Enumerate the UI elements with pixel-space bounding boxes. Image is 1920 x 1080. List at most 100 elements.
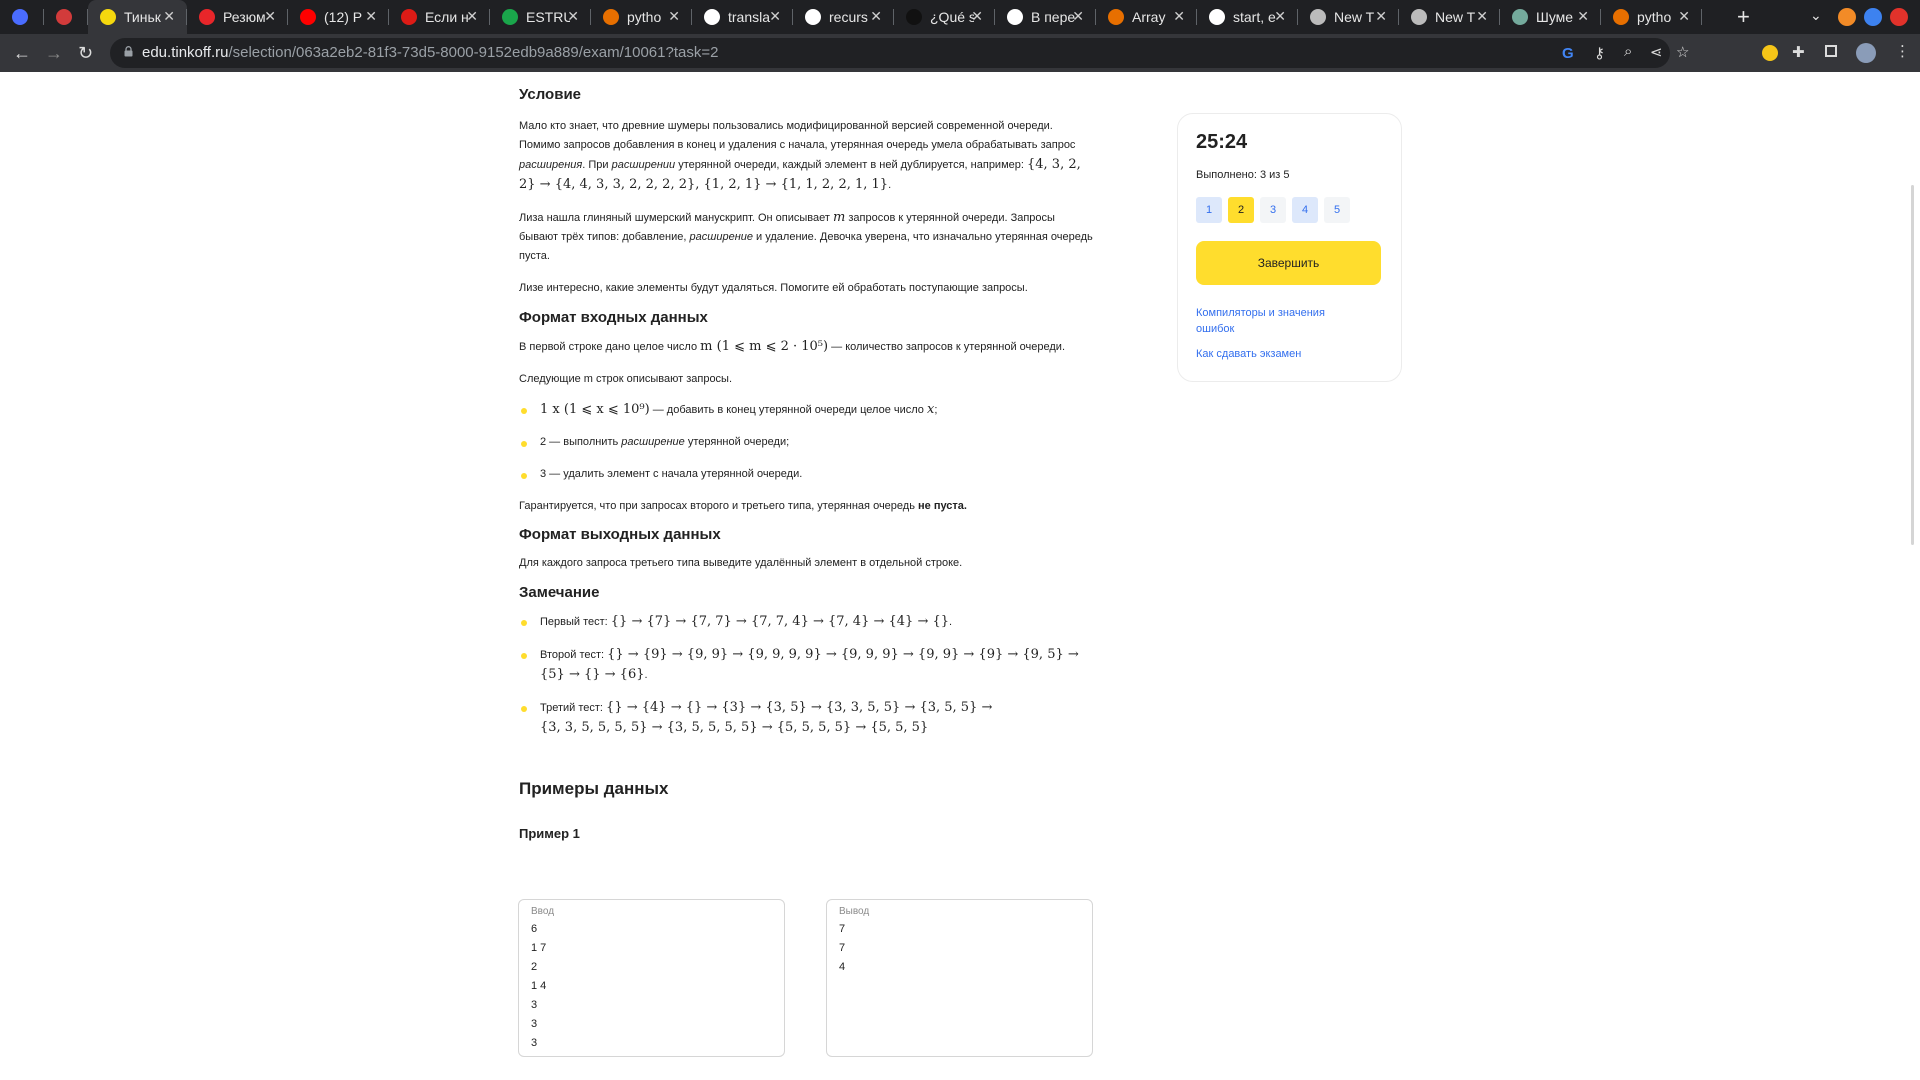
browser-tab[interactable]: recurs ✕: [793, 0, 894, 34]
browser-tab[interactable]: New T ✕: [1399, 0, 1500, 34]
query-type-2: 2 — выполнить расширение утерянной очере…: [519, 433, 1094, 452]
condition-paragraph-2: Лиза нашла глиняный шумерский манускрипт…: [519, 208, 1094, 266]
condition-paragraph-1: Мало кто знает, что древние шумеры польз…: [519, 117, 1094, 195]
output-lines: 7 7 4: [839, 920, 1080, 977]
browser-tab[interactable]: (12) Р ✕: [288, 0, 389, 34]
share-icon[interactable]: ⋖: [1650, 43, 1663, 61]
text: .: [644, 669, 648, 681]
compilers-link[interactable]: Компиляторы и значения ошибок: [1196, 305, 1366, 337]
tab-close-icon[interactable]: ✕: [971, 8, 983, 25]
tab-close-icon[interactable]: ✕: [1476, 8, 1488, 25]
math-formula: 1 x (1 ⩽ x ⩽ 10⁹): [540, 402, 650, 417]
query-type-3: 3 — удалить элемент с начала утерянной о…: [519, 465, 1094, 484]
tab-close-icon[interactable]: ✕: [365, 8, 377, 25]
tab-title: pytho: [1637, 9, 1672, 25]
tab-close-icon[interactable]: ✕: [264, 8, 276, 25]
browser-tab[interactable]: [0, 0, 44, 34]
browser-toolbar: ← → ↻ edu.tinkoff.ru/selection/063a2eb2-…: [0, 34, 1920, 72]
tab-title: Array: [1132, 9, 1166, 25]
zoom-icon[interactable]: ⌕: [1624, 43, 1632, 60]
bookmark-star-icon[interactable]: ☆: [1676, 43, 1689, 61]
browser-tab[interactable]: [44, 0, 88, 34]
hh-icon: [199, 9, 215, 25]
tab-search-chevron-icon[interactable]: ⌄: [1810, 7, 1822, 24]
math-formula: {3, 3, 5, 5, 5, 5} → {3, 5, 5, 5, 5} → {…: [540, 720, 929, 735]
example-input-box[interactable]: Ввод 6 1 7 2 1 4 3 3 3: [518, 899, 785, 1057]
forward-arrow-icon[interactable]: →: [45, 43, 63, 64]
browser-tab[interactable]: pytho ✕: [591, 0, 692, 34]
text: Третий тест:: [540, 702, 607, 714]
tab-close-icon[interactable]: ✕: [1274, 8, 1286, 25]
java-cup-icon: [1613, 9, 1629, 25]
tab-close-icon[interactable]: ✕: [163, 8, 175, 25]
extension-badge-icon[interactable]: [1762, 45, 1778, 61]
browser-tab[interactable]: start, e ✕: [1197, 0, 1298, 34]
tab-close-icon[interactable]: ✕: [668, 8, 680, 25]
browser-tab[interactable]: transla ✕: [692, 0, 793, 34]
maximize-button[interactable]: [1864, 8, 1882, 26]
browser-tab[interactable]: Шуме ✕: [1500, 0, 1601, 34]
condition-paragraph-3: Лизе интересно, какие элементы будут уда…: [519, 282, 1028, 294]
tab-close-icon[interactable]: ✕: [870, 8, 882, 25]
task-page-button[interactable]: 2: [1228, 197, 1254, 223]
java-cup-icon: [603, 9, 619, 25]
tab-close-icon[interactable]: ✕: [1577, 8, 1589, 25]
text: Второй тест:: [540, 649, 608, 661]
openai-icon: [1512, 9, 1528, 25]
page-scrollbar[interactable]: [1911, 185, 1914, 545]
browser-tab-bar: Тиньк ✕ Резюм ✕ (12) Р ✕ Если н ✕ ESTRU ✕ pytho ✕ tr…: [0, 0, 1920, 34]
text: .: [949, 616, 953, 628]
tab-strip: Тиньк ✕ Резюм ✕ (12) Р ✕ Если н ✕ ESTRU ✕ pytho ✕ tr…: [0, 0, 1702, 34]
exam-sidebar: 25:24 Выполнено: 3 из 5 12345 Завершить …: [1177, 113, 1402, 382]
profile-avatar[interactable]: [1856, 43, 1876, 63]
task-page-button[interactable]: 1: [1196, 197, 1222, 223]
math-formula: {5} → {} → {6}: [540, 667, 645, 682]
browser-tab[interactable]: Array ✕: [1096, 0, 1197, 34]
task-page-button[interactable]: 5: [1324, 197, 1350, 223]
bold-text: не пуста.: [918, 500, 967, 512]
tab-close-icon[interactable]: ✕: [1173, 8, 1185, 25]
browser-tab[interactable]: Резюм ✕: [187, 0, 288, 34]
address-bar[interactable]: edu.tinkoff.ru/selection/063a2eb2-81f3-7…: [110, 38, 1689, 68]
browser-tab[interactable]: Если н ✕: [389, 0, 490, 34]
new-tab-button[interactable]: +: [1737, 4, 1750, 30]
puzzle-extensions-icon[interactable]: ✚: [1792, 43, 1805, 61]
key-icon[interactable]: ⚷: [1594, 44, 1605, 62]
tab-title: recurs: [829, 9, 868, 25]
close-window-button[interactable]: [1890, 8, 1908, 26]
menu-kebab-icon[interactable]: ⋮: [1895, 42, 1910, 60]
task-page-button[interactable]: 4: [1292, 197, 1318, 223]
tab-title: start, e: [1233, 9, 1276, 25]
side-panel-icon[interactable]: [1825, 45, 1837, 57]
tab-close-icon[interactable]: ✕: [769, 8, 781, 25]
task-page-button[interactable]: 3: [1260, 197, 1286, 223]
how-to-pass-link[interactable]: Как сдавать экзамен: [1196, 346, 1366, 362]
red-square-icon: [56, 9, 72, 25]
tab-close-icon[interactable]: ✕: [567, 8, 579, 25]
finish-button[interactable]: Завершить: [1196, 241, 1381, 285]
browser-tab[interactable]: ESTRU ✕: [490, 0, 591, 34]
reload-icon[interactable]: ↻: [78, 43, 93, 64]
text: — количество запросов к утерянной очеред…: [828, 341, 1066, 353]
tab-close-icon[interactable]: ✕: [1678, 8, 1690, 25]
tab-title: Тиньк: [124, 9, 161, 25]
minimize-button[interactable]: [1838, 8, 1856, 26]
browser-tab[interactable]: В пере ✕: [995, 0, 1096, 34]
lock-icon[interactable]: [124, 46, 133, 57]
tab-close-icon[interactable]: ✕: [466, 8, 478, 25]
tab-close-icon[interactable]: ✕: [1072, 8, 1084, 25]
browser-tab[interactable]: pytho ✕: [1601, 0, 1702, 34]
tab-close-icon[interactable]: ✕: [1375, 8, 1387, 25]
tab-title: В пере: [1031, 9, 1075, 25]
text: Гарантируется, что при запросах второго …: [519, 500, 918, 512]
exam-timer: 25:24: [1196, 131, 1248, 153]
browser-tab[interactable]: Тиньк ✕: [88, 0, 187, 34]
browser-tab[interactable]: ¿Qué s ✕: [894, 0, 995, 34]
back-arrow-icon[interactable]: ←: [13, 43, 31, 64]
browser-tab[interactable]: New T ✕: [1298, 0, 1399, 34]
example-output-box[interactable]: Вывод 7 7 4: [826, 899, 1093, 1057]
tab-title: ESTRU: [526, 9, 570, 25]
google-icon: [1007, 9, 1023, 25]
google-lens-icon[interactable]: G: [1562, 45, 1574, 62]
example-line: 7: [839, 923, 846, 935]
